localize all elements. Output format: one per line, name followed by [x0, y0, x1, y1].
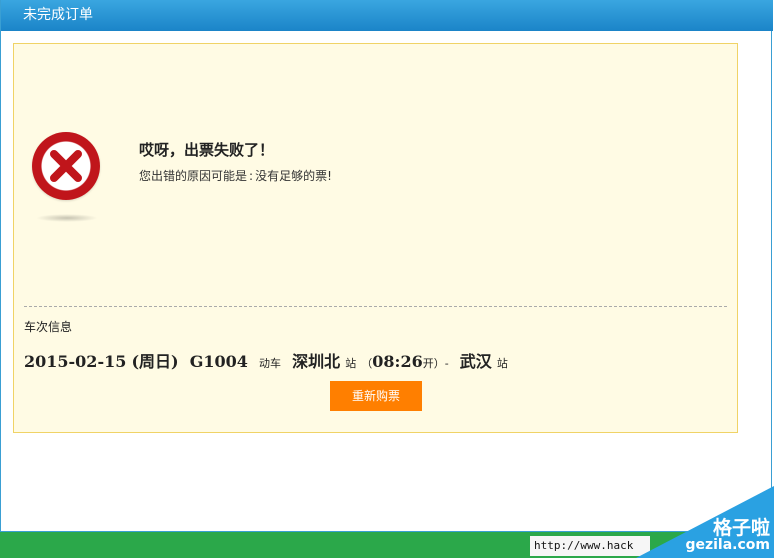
- watermark-en: gezila.com: [685, 537, 770, 553]
- depart-open: （: [361, 357, 373, 370]
- rebuy-button[interactable]: 重新购票: [330, 381, 422, 411]
- failure-title: 哎呀，出票失败了！: [139, 141, 275, 159]
- train-type: 动车: [258, 357, 281, 370]
- train-number: G1004: [189, 352, 248, 371]
- travel-date: 2015-02-15: [24, 352, 127, 371]
- from-station: 深圳北: [292, 352, 341, 371]
- reason-text: 没有足够的票!: [255, 169, 332, 183]
- depart-suffix: 开）-: [422, 357, 449, 370]
- order-window: 未完成订单 哎呀，出票失败了！ 您出错的原因可能是: 没有足够的票! 车次信息 2…: [0, 0, 773, 532]
- failure-reason: 您出错的原因可能是: 没有足够的票!: [139, 169, 332, 183]
- reason-label: 您出错的原因可能是: [139, 169, 248, 183]
- result-card: 哎呀，出票失败了！ 您出错的原因可能是: 没有足够的票! 车次信息 2015-02…: [13, 43, 738, 433]
- watermark-cn: 格子啦: [712, 517, 770, 539]
- error-x-icon: [32, 132, 100, 200]
- watermark-logo: 格子啦 gezila.com: [636, 486, 774, 558]
- train-info-heading: 车次信息: [24, 320, 73, 334]
- from-station-suffix: 站: [345, 357, 357, 370]
- dashed-divider: [24, 306, 727, 307]
- window-title: 未完成订单: [1, 0, 773, 31]
- url-text: http://www.hack: [530, 536, 650, 556]
- travel-weekday: (周日): [131, 352, 179, 371]
- to-station: 武汉: [459, 352, 492, 371]
- icon-shadow: [36, 214, 98, 222]
- to-station-suffix: 站: [496, 357, 508, 370]
- depart-time: 08:26: [372, 352, 423, 371]
- train-info-line: 2015-02-15 (周日) G1004 动车 深圳北 站 （08:26开）-…: [24, 348, 508, 372]
